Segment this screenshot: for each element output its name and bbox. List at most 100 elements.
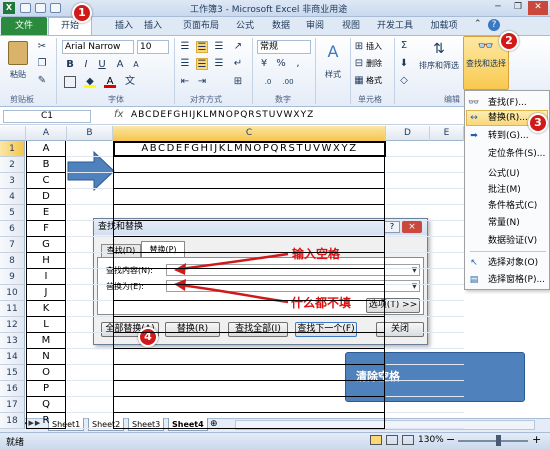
phonetic-icon[interactable]: 文 xyxy=(124,76,136,88)
cell-a[interactable]: R xyxy=(26,413,66,429)
zoom-level[interactable]: 130% xyxy=(418,435,444,445)
cell-a[interactable]: G xyxy=(26,237,66,253)
undo-icon[interactable] xyxy=(35,3,46,13)
fill-icon[interactable]: ⬇ xyxy=(398,58,410,70)
delete-cells-icon[interactable]: ⊟ xyxy=(353,58,365,70)
tab-formulas[interactable]: 公式 xyxy=(230,17,260,35)
tab-file[interactable]: 文件 xyxy=(1,17,47,35)
cell-a[interactable]: J xyxy=(26,285,66,301)
row-header[interactable]: 6 xyxy=(0,221,25,237)
clear-icon[interactable]: ◇ xyxy=(398,75,410,87)
menu-item[interactable]: 条件格式(C) xyxy=(466,198,548,214)
cell-a[interactable]: F xyxy=(26,221,66,237)
replace-with-dropdown-icon[interactable]: ▼ xyxy=(410,281,419,291)
help-icon[interactable]: ? xyxy=(488,19,500,31)
cell-c[interactable] xyxy=(113,205,385,221)
cell-c[interactable] xyxy=(113,269,385,285)
row-header[interactable]: 12 xyxy=(0,317,25,333)
font-shrink-icon[interactable]: A xyxy=(130,59,142,71)
border-icon[interactable] xyxy=(64,76,76,88)
cell-c[interactable] xyxy=(113,301,385,317)
cell-a[interactable]: H xyxy=(26,253,66,269)
insert-cells-icon[interactable]: ⊞ xyxy=(353,41,365,53)
fill-color-icon[interactable]: ◆ xyxy=(84,76,96,88)
row-header[interactable]: 15 xyxy=(0,365,25,381)
increase-indent-icon[interactable]: ⇥ xyxy=(196,76,208,88)
fx-icon[interactable]: fx xyxy=(114,109,123,120)
align-right-icon[interactable]: ☰ xyxy=(213,58,225,70)
cell-c[interactable] xyxy=(113,173,385,189)
c1-cell[interactable]: ABCDEFGHIJKLMNOPQRSTUVWXYZ xyxy=(113,141,386,157)
align-center-icon[interactable]: ☰ xyxy=(196,58,208,70)
bold-button[interactable]: B xyxy=(64,59,76,71)
comma-icon[interactable]: , xyxy=(292,58,304,70)
tab-view[interactable]: 视图 xyxy=(336,17,366,35)
align-left-icon[interactable]: ☰ xyxy=(179,58,191,70)
cell-a[interactable]: B xyxy=(26,157,66,173)
row-header[interactable]: 16 xyxy=(0,381,25,397)
tab-developer[interactable]: 开发工具 xyxy=(370,17,420,35)
row-header[interactable]: 5 xyxy=(0,205,25,221)
select-all-corner[interactable] xyxy=(0,126,26,141)
cell-c[interactable] xyxy=(113,333,385,349)
save-icon[interactable] xyxy=(20,3,31,13)
orientation-icon[interactable]: ↗ xyxy=(232,41,244,53)
column-header-b[interactable]: B xyxy=(67,126,113,141)
name-box[interactable]: C1 xyxy=(3,110,91,123)
tab-data[interactable]: 数据 xyxy=(266,17,296,35)
format-cells-icon[interactable]: ▦ xyxy=(353,75,365,87)
cell-a[interactable]: O xyxy=(26,365,66,381)
font-grow-icon[interactable]: A xyxy=(114,59,126,71)
row-header[interactable]: 14 xyxy=(0,349,25,365)
close-icon[interactable]: ✕ xyxy=(528,1,548,15)
redo-icon[interactable] xyxy=(50,3,61,13)
style-button[interactable]: A 样式 xyxy=(319,38,347,88)
underline-button[interactable]: U xyxy=(96,59,108,71)
cell-a[interactable]: K xyxy=(26,301,66,317)
row-header[interactable]: 17 xyxy=(0,397,25,413)
align-middle-icon[interactable]: ☰ xyxy=(196,41,208,53)
cell-a[interactable]: A xyxy=(26,141,66,157)
normal-view-icon[interactable] xyxy=(370,435,382,445)
cell-c[interactable] xyxy=(113,397,385,413)
wrap-text-icon[interactable]: ↵ xyxy=(232,58,244,70)
cell-c[interactable] xyxy=(113,413,385,429)
autosum-icon[interactable]: Σ xyxy=(398,40,410,52)
cut-icon[interactable]: ✂ xyxy=(36,41,48,53)
cell-a[interactable]: P xyxy=(26,381,66,397)
cell-a[interactable]: Q xyxy=(26,397,66,413)
cell-c[interactable] xyxy=(113,157,385,173)
delete-cells-label[interactable]: 删除 xyxy=(366,58,382,69)
restore-icon[interactable]: ❐ xyxy=(508,1,528,15)
column-header-e[interactable]: E xyxy=(430,126,464,141)
format-painter-icon[interactable]: ✎ xyxy=(36,75,48,87)
zoom-slider-thumb[interactable] xyxy=(496,435,501,446)
insert-cells-label[interactable]: 插入 xyxy=(366,41,382,52)
decrease-indent-icon[interactable]: ⇤ xyxy=(179,76,191,88)
cell-c[interactable] xyxy=(113,237,385,253)
zoom-out-button[interactable]: − xyxy=(446,433,455,446)
page-break-view-icon[interactable] xyxy=(402,435,414,445)
cell-c[interactable] xyxy=(113,253,385,269)
cell-c[interactable] xyxy=(113,349,385,365)
menu-item[interactable]: 数据验证(V) xyxy=(466,233,548,249)
cell-a[interactable]: I xyxy=(26,269,66,285)
cell-c[interactable] xyxy=(113,285,385,301)
dialog-close-button[interactable]: × xyxy=(402,221,422,233)
ribbon-minimize-icon[interactable]: ⌃ xyxy=(474,19,482,29)
tab-addins[interactable]: 加载项 xyxy=(424,17,464,35)
cell-a[interactable]: L xyxy=(26,317,66,333)
currency-icon[interactable]: ¥ xyxy=(258,58,270,70)
find-what-dropdown-icon[interactable]: ▼ xyxy=(410,265,419,275)
cell-c[interactable] xyxy=(113,365,385,381)
formula-input[interactable]: ABCDEFGHIJKLMNOPQRSTUVWXYZ xyxy=(131,110,314,120)
merge-center-icon[interactable]: ⊞ xyxy=(232,76,244,88)
align-top-icon[interactable]: ☰ xyxy=(179,41,191,53)
row-header[interactable]: 9 xyxy=(0,269,25,285)
row-header[interactable]: 3 xyxy=(0,173,25,189)
row-header[interactable]: 10 xyxy=(0,285,25,301)
align-bottom-icon[interactable]: ☰ xyxy=(213,41,225,53)
menu-item[interactable]: 定位条件(S)... xyxy=(466,146,548,162)
menu-item[interactable]: 公式(U) xyxy=(466,166,548,182)
zoom-in-button[interactable]: + xyxy=(532,433,541,446)
